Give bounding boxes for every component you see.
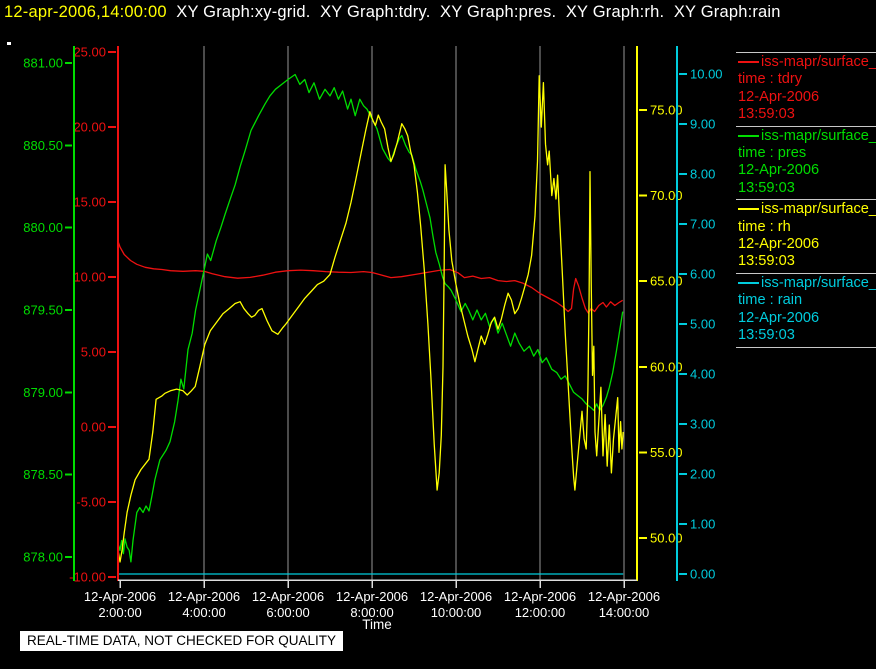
legend-entry-rh: iss-mapr/surface_mtime : rh12-Apr-200613… [736,199,876,273]
legend-time: 13:59:03 [738,253,795,270]
x-tick-time-label: 10:00:00 [431,605,482,620]
axis-tdry-tick-label: 10.00 [73,270,106,285]
legend-time: 13:59:03 [738,179,795,196]
axis-pres-tick-label: 879.00 [23,385,63,400]
legend-line-sample-icon [738,282,759,285]
axis-tdry-tick-label: 15.00 [73,195,106,210]
axis-rain-tick-label: 3.00 [690,417,715,432]
quality-banner: REAL-TIME DATA, NOT CHECKED FOR QUALITY [20,631,344,651]
legend-panel: iss-mapr/surface_mtime : tdry12-Apr-2006… [736,52,876,348]
axis-rain-tick-label: 10.00 [690,67,723,82]
x-tick-date-label: 12-Apr-2006 [168,589,240,604]
legend-entry-tdry: iss-mapr/surface_mtime : tdry12-Apr-2006… [736,52,876,126]
legend-entry-rain: iss-mapr/surface_mtime : rain12-Apr-2006… [736,272,876,348]
legend-field-label: time : rain [738,292,803,309]
legend-series-name: iss-mapr/surface_m [738,54,876,71]
legend-entry-pres: iss-mapr/surface_mtime : pres12-Apr-2006… [736,125,876,200]
x-tick-time-label: 2:00:00 [98,605,141,620]
x-tick-date-label: 12-Apr-2006 [84,589,156,604]
legend-time: 13:59:03 [738,106,795,123]
legend-field-label: time : tdry [738,71,803,88]
legend-date: 12-Apr-2006 [738,88,820,105]
x-tick-time-label: 14:00:00 [599,605,650,620]
legend-series-name: iss-mapr/surface_m [738,128,876,145]
axis-pres-tick-label: 878.50 [23,467,63,482]
axis-pres-tick-label: 879.50 [23,303,63,318]
axis-tdry-tick-label: 5.00 [81,345,106,360]
x-tick-time-label: 6:00:00 [266,605,309,620]
axis-tdry-tick-label: 20.00 [73,120,106,135]
legend-time: 13:59:03 [738,327,795,344]
series-tdry-line [117,240,624,314]
series-pres-line [118,73,624,563]
axis-rain-tick-label: 9.00 [690,117,715,132]
axis-tdry-tick-label: -5.00 [76,495,106,510]
x-tick-date-label: 12-Apr-2006 [504,589,576,604]
axis-rain-tick-label: 1.00 [690,517,715,532]
axis-pres-tick-label: 880.50 [23,138,63,153]
axis-rain-tick-label: 8.00 [690,167,715,182]
legend-series-name: iss-mapr/surface_m [738,275,876,292]
xy-graph-window: 12-apr-2006,14:00:00 XY Graph:xy-grid. X… [0,0,876,669]
axis-rain-tick-label: 4.00 [690,367,715,382]
x-tick-date-label: 12-Apr-2006 [420,589,492,604]
axis-rain-tick-label: 0.00 [690,567,715,582]
legend-line-sample-icon [738,134,759,137]
axis-rain-tick-label: 2.00 [690,467,715,482]
x-tick-time-label: 12:00:00 [515,605,566,620]
x-tick-date-label: 12-Apr-2006 [336,589,408,604]
legend-date: 12-Apr-2006 [738,309,820,326]
axis-rain-tick-label: 6.00 [690,267,715,282]
x-tick-date-label: 12-Apr-2006 [252,589,324,604]
x-axis-title: Time [362,617,392,632]
axis-pres-tick-label: 881.00 [23,56,63,71]
legend-line-sample-icon [738,61,759,64]
axis-pres-tick-label: 880.00 [23,220,63,235]
axis-pres-tick-label: 878.00 [23,550,63,565]
axis-tdry-tick-label: 0.00 [81,420,106,435]
legend-date: 12-Apr-2006 [738,236,820,253]
legend-field-label: time : rh [738,218,791,235]
axis-tdry-tick-label: 25.00 [73,45,106,60]
axis-rain-tick-label: 7.00 [690,217,715,232]
axis-rain-tick-label: 5.00 [690,317,715,332]
legend-line-sample-icon [738,208,759,211]
x-tick-date-label: 12-Apr-2006 [588,589,660,604]
legend-field-label: time : pres [738,145,807,162]
legend-date: 12-Apr-2006 [738,162,820,179]
x-tick-time-label: 4:00:00 [182,605,225,620]
legend-series-name: iss-mapr/surface_m [738,201,876,218]
